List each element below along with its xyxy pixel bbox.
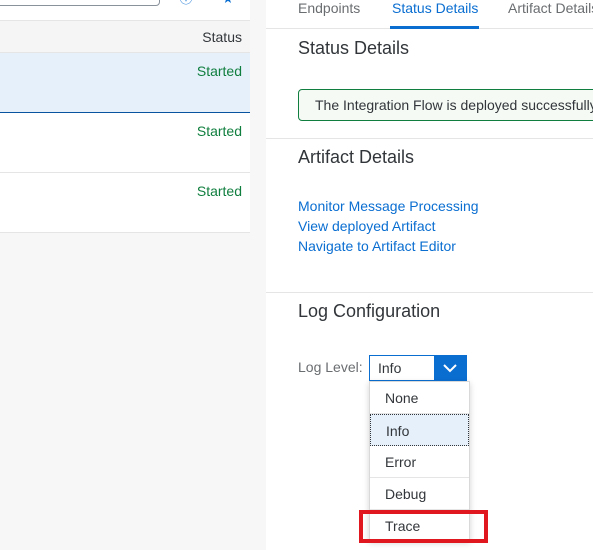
log-configuration-title: Log Configuration <box>298 301 441 321</box>
monitor-message-processing-link[interactable]: Monitor Message Processing <box>298 198 479 214</box>
log-level-selected-value: Info <box>378 360 402 376</box>
option-info[interactable]: Info <box>370 414 469 446</box>
status-value: Started <box>196 183 242 199</box>
table-row[interactable]: Started <box>0 173 250 233</box>
tab-status-details[interactable]: Status Details <box>392 0 478 16</box>
detail-panel: Endpoints Status Details Artifact Detail… <box>266 0 593 550</box>
view-deployed-artifact-link[interactable]: View deployed Artifact <box>298 218 436 234</box>
success-message-strip: The Integration Flow is deployed success… <box>298 89 593 121</box>
section-divider <box>266 138 593 139</box>
status-details-title: Status Details <box>298 38 410 58</box>
tab-artifact-details[interactable]: Artifact Details <box>508 0 593 16</box>
trace-highlight-annotation <box>359 510 488 543</box>
dropdown-toggle-button[interactable] <box>434 356 466 380</box>
log-level-label: Log Level: <box>298 359 363 375</box>
log-level-select[interactable]: Info <box>369 355 467 381</box>
navigate-to-artifact-editor-link[interactable]: Navigate to Artifact Editor <box>298 238 456 254</box>
section-divider <box>266 292 593 293</box>
table-row[interactable]: Started <box>0 53 250 113</box>
tab-bar: Endpoints Status Details Artifact Detail… <box>266 0 593 29</box>
option-debug[interactable]: Debug <box>370 478 469 510</box>
option-none[interactable]: None <box>370 382 469 414</box>
table-row[interactable]: Started <box>0 113 250 173</box>
success-message-text: The Integration Flow is deployed success… <box>315 97 593 113</box>
status-value: Started <box>196 123 242 139</box>
info-icon[interactable]: ⓘ <box>179 0 193 6</box>
chevron-down-icon <box>443 364 457 373</box>
table-header: Status <box>0 21 250 53</box>
integration-content-list: ⓘ ★ Status Started Started Started <box>0 0 250 550</box>
status-column-header[interactable]: Status <box>202 29 242 45</box>
tab-endpoints[interactable]: Endpoints <box>298 0 360 16</box>
active-tab-indicator <box>390 26 479 29</box>
option-label: Info <box>386 423 410 439</box>
option-label: Debug <box>385 486 427 502</box>
pin-icon[interactable]: ★ <box>221 0 235 6</box>
list-toolbar: ⓘ ★ <box>0 0 250 21</box>
option-label: Error <box>385 454 417 470</box>
option-error[interactable]: Error <box>370 446 469 478</box>
status-value: Started <box>196 63 242 79</box>
artifact-details-title: Artifact Details <box>298 147 415 167</box>
filter-input[interactable] <box>0 0 160 6</box>
option-label: None <box>385 390 419 406</box>
